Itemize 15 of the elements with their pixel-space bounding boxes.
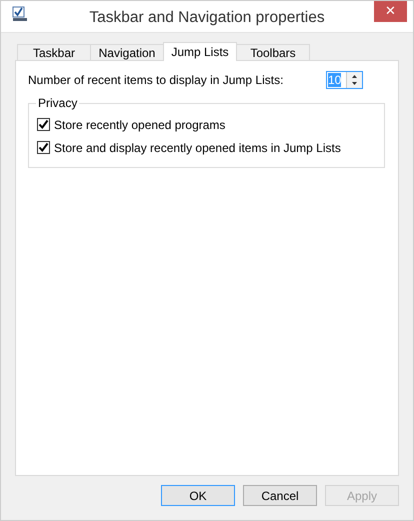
checkbox-label[interactable]: Store and display recently opened items in Jump Lists	[54, 140, 341, 154]
dialog-button[interactable]: OK	[161, 485, 235, 506]
checkbox[interactable]	[37, 141, 50, 154]
close-button[interactable]: ✕	[374, 1, 407, 22]
checkbox[interactable]	[37, 118, 50, 131]
checkbox-label[interactable]: Store recently opened programs	[54, 118, 226, 132]
tab[interactable]: Toolbars	[236, 44, 310, 60]
window-title: Taskbar and Navigation properties	[89, 8, 325, 26]
dialog-button[interactable]: Cancel	[243, 485, 317, 506]
app-icon	[12, 6, 28, 22]
group-title: Privacy	[37, 96, 78, 110]
recent-items-label: Number of recent items to display in Jump Lists:	[28, 73, 284, 87]
tab[interactable]: Navigation	[90, 44, 164, 60]
tab[interactable]: Taskbar	[17, 44, 91, 60]
tab[interactable]: Jump Lists	[163, 42, 237, 61]
